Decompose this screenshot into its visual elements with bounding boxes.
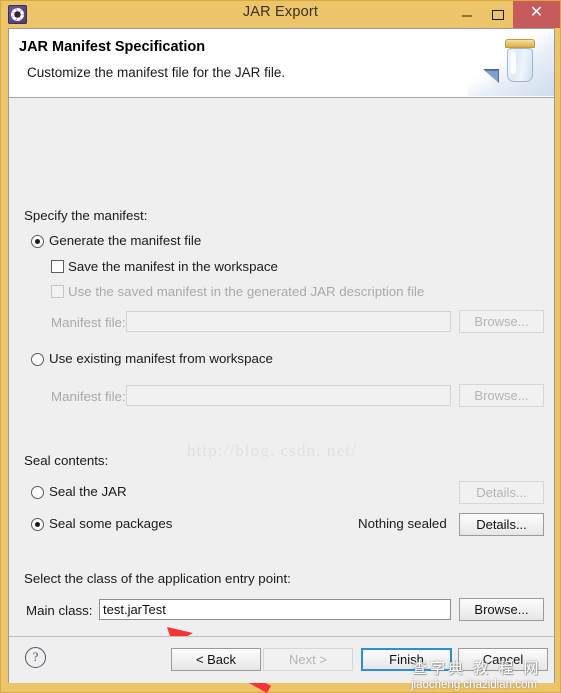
window-controls: ✕ xyxy=(451,1,560,28)
radio-seal-some-packages[interactable] xyxy=(31,518,44,531)
radio-seal-some-packages-label: Seal some packages xyxy=(49,516,173,531)
screenshot-root: JAR Export ✕ JAR Manifest Specification … xyxy=(0,0,561,693)
maximize-icon xyxy=(491,9,504,20)
watermark-url: http://blog. csdn. net/ xyxy=(187,441,357,460)
site-watermark-en: jiaocheng.chazidian.com xyxy=(411,679,537,691)
radio-use-existing-manifest[interactable] xyxy=(31,353,44,366)
radio-seal-the-jar[interactable] xyxy=(31,486,44,499)
sealed-status-text: Nothing sealed xyxy=(358,516,447,531)
radio-generate-manifest-label: Generate the manifest file xyxy=(49,233,202,248)
manifest-file-label-2: Manifest file: xyxy=(51,389,126,404)
close-button[interactable]: ✕ xyxy=(513,1,560,28)
seal-contents-heading: Seal contents: xyxy=(24,453,109,468)
next-button[interactable]: Next > xyxy=(263,648,353,671)
radio-generate-manifest[interactable] xyxy=(31,235,44,248)
seal-jar-details-button[interactable]: Details... xyxy=(459,481,544,504)
page-title: JAR Manifest Specification xyxy=(19,39,206,55)
checkbox-use-saved-manifest-label: Use the saved manifest in the generated … xyxy=(68,284,425,299)
specify-manifest-heading: Specify the manifest: xyxy=(24,208,148,223)
jar-export-window: JAR Export ✕ JAR Manifest Specification … xyxy=(0,0,561,693)
manifest-browse-button-2[interactable]: Browse... xyxy=(459,384,544,407)
main-class-input[interactable] xyxy=(99,599,451,620)
manifest-file-input-1[interactable] xyxy=(126,311,451,332)
blue-arrow-icon xyxy=(483,69,499,83)
window-titlebar: JAR Export ✕ xyxy=(1,1,560,28)
dialog-content: http://blog. csdn. net/ Specify the mani… xyxy=(9,98,554,693)
minimize-button[interactable] xyxy=(451,1,482,28)
wizard-header: JAR Manifest Specification Customize the… xyxy=(9,29,554,98)
maximize-button[interactable] xyxy=(482,1,513,28)
checkbox-use-saved-manifest xyxy=(51,285,64,298)
wizard-banner xyxy=(468,29,554,96)
checkbox-save-in-workspace-label: Save the manifest in the workspace xyxy=(68,259,278,274)
radio-use-existing-manifest-label: Use existing manifest from workspace xyxy=(49,351,273,366)
manifest-browse-button-1[interactable]: Browse... xyxy=(459,310,544,333)
site-watermark: 查字典 教 程 网 jiaocheng.chazidian.com xyxy=(400,655,561,693)
site-watermark-cn: 查字典 教 程 网 xyxy=(412,660,542,677)
back-button[interactable]: < Back xyxy=(171,648,261,671)
checkbox-save-in-workspace[interactable] xyxy=(51,260,64,273)
main-class-label: Main class: xyxy=(26,603,93,618)
main-class-browse-button[interactable]: Browse... xyxy=(459,598,544,621)
manifest-file-label-1: Manifest file: xyxy=(51,315,126,330)
jar-lid xyxy=(505,39,535,48)
jar-highlight xyxy=(511,52,516,74)
entry-point-heading: Select the class of the application entr… xyxy=(24,571,291,586)
radio-seal-the-jar-label: Seal the JAR xyxy=(49,484,127,499)
minimize-icon xyxy=(461,14,472,17)
page-description: Customize the manifest file for the JAR … xyxy=(27,65,286,80)
dialog-body: JAR Manifest Specification Customize the… xyxy=(8,28,555,693)
help-icon[interactable]: ? xyxy=(25,647,46,668)
manifest-file-input-2[interactable] xyxy=(126,385,451,406)
seal-packages-details-button[interactable]: Details... xyxy=(459,513,544,536)
jar-icon xyxy=(503,39,537,83)
close-icon: ✕ xyxy=(529,4,544,21)
